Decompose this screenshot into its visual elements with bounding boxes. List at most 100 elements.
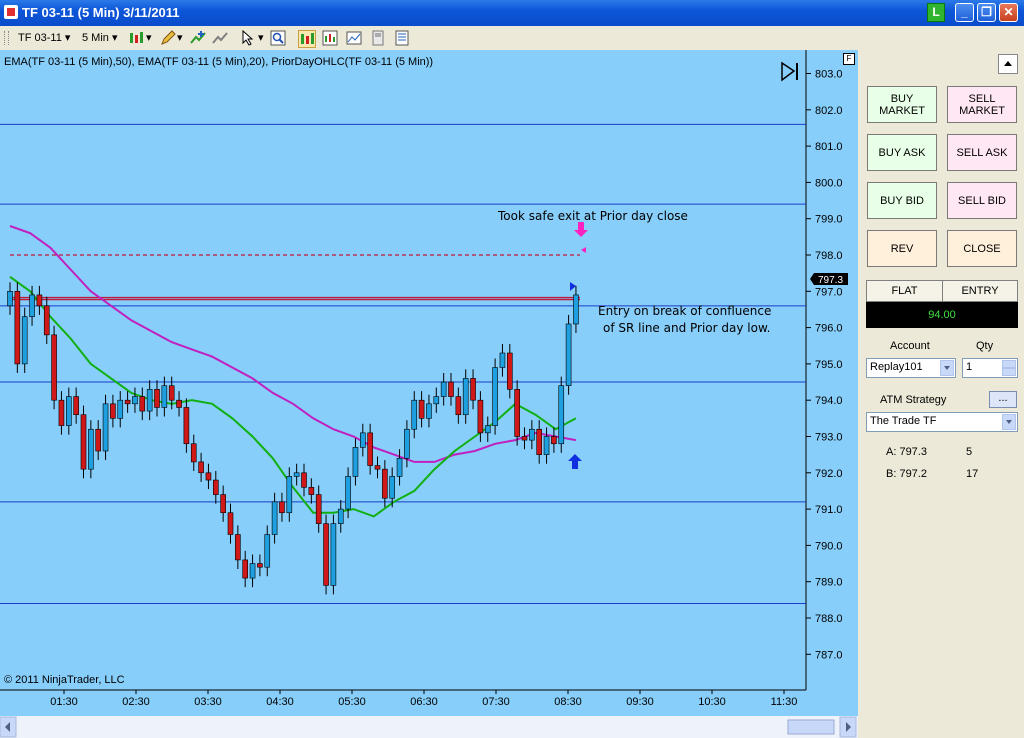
minimize-icon[interactable]: _ (955, 3, 974, 22)
candle-body (301, 472, 307, 488)
time-tick-label: 01:30 (50, 696, 78, 708)
candle-body (536, 428, 543, 455)
buy-ask-button[interactable]: BUY ASK (867, 134, 937, 171)
copyright: © 2011 NinjaTrader, LLC (4, 674, 125, 686)
candle-body (514, 389, 520, 437)
candle-body (448, 381, 454, 397)
qty-up-icon[interactable] (1002, 360, 1016, 368)
candle-body (330, 523, 337, 586)
candle-body (139, 396, 146, 412)
price-tick-label: 803.0 (815, 69, 843, 81)
candle-body (396, 457, 403, 477)
draw-dropdown-icon[interactable]: ▾ (177, 30, 183, 46)
candle-body (551, 436, 557, 445)
candle-body (426, 403, 432, 419)
candle-body (146, 389, 153, 412)
candle-body (573, 294, 579, 325)
candle-body (404, 428, 410, 459)
f-marker[interactable]: F (843, 53, 855, 65)
chart-image-icon[interactable] (346, 30, 362, 46)
qty-down-icon[interactable] (1002, 368, 1016, 376)
pencil-icon[interactable] (160, 30, 176, 46)
candle-body (529, 428, 535, 441)
candle-body (132, 396, 138, 405)
close-icon[interactable]: ✕ (999, 3, 1018, 22)
add-indicator-icon[interactable] (190, 30, 206, 46)
candle-body (58, 399, 65, 426)
templates-icon[interactable] (370, 30, 386, 46)
price-tick-label: 792.0 (815, 468, 843, 480)
sell-market-button[interactable]: SELL MARKET (947, 86, 1017, 123)
candle-body (102, 403, 109, 452)
candle-body (308, 487, 315, 495)
price-tick-label: 800.0 (815, 177, 843, 189)
candle-body (382, 468, 388, 499)
candle-body (264, 534, 271, 568)
candle-body (168, 385, 175, 401)
candle-body (51, 334, 57, 401)
candle-body (29, 294, 35, 318)
cursor-icon[interactable] (240, 30, 256, 46)
zoom-icon[interactable] (270, 30, 286, 46)
candle-body (418, 399, 425, 419)
candle-body (433, 396, 440, 405)
maximize-icon[interactable]: ❐ (977, 3, 996, 22)
candle-body (337, 508, 344, 524)
buy-bid-button[interactable]: BUY BID (867, 182, 937, 219)
candle-body (154, 389, 160, 408)
chart-trader-icon[interactable] (298, 30, 316, 48)
live-badge[interactable]: L (927, 3, 945, 22)
chevron-up-icon (1004, 61, 1012, 66)
instrument-selector[interactable]: TF 03-11 ▾ (18, 30, 70, 46)
time-tick-label: 04:30 (266, 696, 294, 708)
close-position-button[interactable]: CLOSE (947, 230, 1017, 267)
candle-body (73, 396, 79, 416)
candle-body (36, 294, 43, 307)
time-tick-label: 02:30 (122, 696, 150, 708)
candle-body (345, 476, 351, 510)
sell-bid-button[interactable]: SELL BID (947, 182, 1017, 219)
data-box-icon[interactable] (322, 30, 338, 46)
plot-area (0, 50, 806, 738)
sell-ask-button[interactable]: SELL ASK (947, 134, 1017, 171)
candle-body (374, 465, 381, 470)
bar-type-icon[interactable] (128, 30, 144, 46)
strategy-icon[interactable] (212, 30, 228, 46)
price-tick-label: 794.0 (815, 395, 843, 407)
interval-selector[interactable]: 5 Min ▾ (82, 30, 117, 46)
quantity-stepper[interactable]: 1 (962, 358, 1018, 378)
pnl-value: 94.00 (866, 302, 1018, 328)
candle-body (367, 432, 373, 466)
price-tick-label: 789.0 (815, 577, 843, 589)
candle-body (286, 476, 293, 514)
candle-body (220, 494, 226, 514)
bar-type-dropdown-icon[interactable]: ▾ (146, 30, 152, 46)
price-tick-label: 798.0 (815, 250, 843, 262)
time-tick-label: 03:30 (194, 696, 222, 708)
properties-icon[interactable] (394, 30, 410, 46)
candle-body (492, 367, 498, 426)
account-select[interactable]: Replay101 (866, 358, 956, 378)
reverse-button[interactable]: REV (867, 230, 937, 267)
chart-canvas[interactable]: 803.0 802.0 801.0 800.0 799.0 798.0 797.0 796.0… (0, 50, 858, 738)
price-axis: 803.0 802.0 801.0 800.0 799.0 798.0 797.0 796.0… (806, 69, 843, 661)
collapse-panel-button[interactable] (998, 54, 1018, 74)
cursor-dropdown-icon[interactable]: ▾ (258, 30, 264, 46)
price-chart[interactable]: 803.0 802.0 801.0 800.0 799.0 798.0 797.0 796.0… (0, 50, 858, 738)
entry-annotation-line1: Entry on break of confluence (598, 304, 772, 318)
atm-strategy-select[interactable]: The Trade TF (866, 412, 1018, 432)
time-tick-label: 05:30 (338, 696, 366, 708)
last-price-label: 797.3 (818, 275, 843, 286)
time-tick-label: 11:30 (771, 696, 798, 708)
candle-body (176, 399, 182, 408)
candle-body (66, 396, 72, 426)
atm-properties-button[interactable]: ... (989, 391, 1017, 408)
buy-market-button[interactable]: BUY MARKET (867, 86, 937, 123)
candle-body (499, 352, 506, 368)
ask-price: A: 797.3 (886, 446, 927, 458)
horizontal-scrollbar[interactable] (0, 716, 858, 738)
candle-body (95, 428, 101, 452)
time-tick-label: 07:30 (482, 696, 510, 708)
candle-body (161, 385, 168, 408)
app-icon (4, 5, 18, 19)
